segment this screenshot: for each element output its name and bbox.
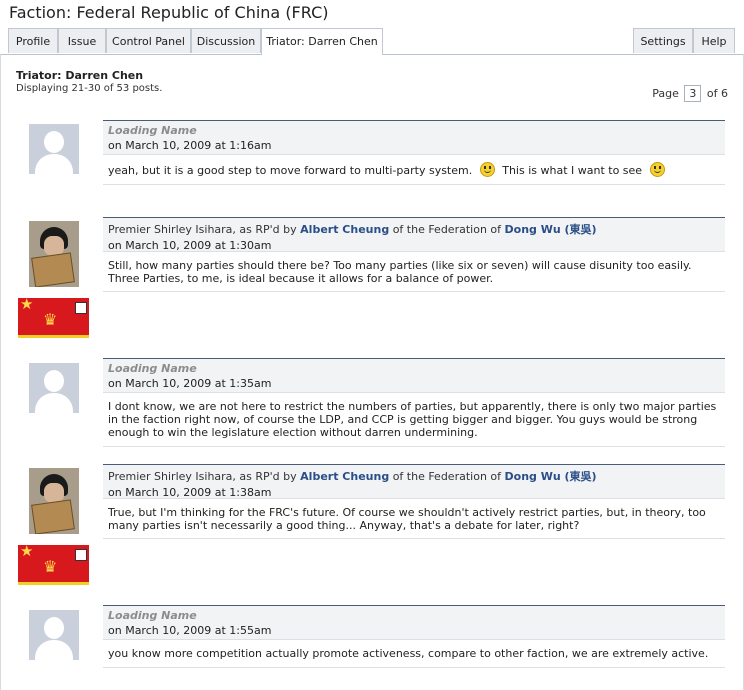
post-text: yeah, but it is a good step to move forw… [108, 164, 473, 177]
tab-help[interactable]: Help [693, 28, 735, 53]
loading-name: Loading Name [108, 362, 197, 375]
tab-triator-darren-chen[interactable]: Triator: Darren Chen [261, 28, 383, 55]
nation-prefix: of the Federation of [392, 470, 502, 483]
default-avatar [29, 363, 79, 413]
post-date: on March 10, 2009 at 1:55am [108, 624, 272, 637]
pager-suffix: of 6 [706, 87, 728, 100]
tab-control-panel[interactable]: Control Panel [106, 28, 191, 53]
loading-name: Loading Name [108, 609, 197, 622]
default-avatar [29, 124, 79, 174]
post-date: on March 10, 2009 at 1:16am [108, 139, 272, 152]
post-body: Still, how many parties should there be?… [103, 251, 725, 292]
thread-heading: Triator: Darren Chen [16, 69, 144, 82]
tab-discussion[interactable]: Discussion [191, 28, 261, 53]
nation-link[interactable]: Dong Wu (東吳) [505, 223, 597, 236]
author-link[interactable]: Albert Cheung [300, 470, 389, 483]
post-text-continued: This is what I want to see [502, 164, 643, 177]
post-body: you know more competition actually promo… [103, 639, 725, 668]
user-photo [29, 221, 79, 287]
smiley-icon [649, 162, 665, 177]
pager: Page 3 of 6 [652, 85, 728, 102]
nation-prefix: of the Federation of [392, 223, 502, 236]
post-body: yeah, but it is a good step to move forw… [103, 154, 725, 185]
loading-name: Loading Name [108, 124, 197, 137]
rp-prefix: Premier Shirley Isihara, as RP'd by [108, 470, 297, 483]
pager-prefix: Page [652, 87, 679, 100]
smiley-icon [479, 162, 495, 177]
post-header: Loading Name on March 10, 2009 at 1:55am [103, 605, 725, 639]
post-header: Loading Name on March 10, 2009 at 1:16am [103, 120, 725, 154]
post-header: Premier Shirley Isihara, as RP'd by Albe… [103, 217, 725, 252]
post-body: True, but I'm thinking for the FRC's fut… [103, 498, 725, 539]
post-body: I dont know, we are not here to restrict… [103, 392, 725, 447]
post-header: Premier Shirley Isihara, as RP'd by Albe… [103, 464, 725, 499]
nation-flag: ★ ♛ [18, 544, 89, 585]
post-date: on March 10, 2009 at 1:35am [108, 377, 272, 390]
rp-prefix: Premier Shirley Isihara, as RP'd by [108, 223, 297, 236]
tab-bar: Profile Issue Control Panel Discussion T… [0, 28, 744, 55]
post-count: Displaying 21-30 of 53 posts. [16, 83, 163, 94]
tab-profile[interactable]: Profile [8, 28, 58, 53]
nation-link[interactable]: Dong Wu (東吳) [505, 470, 597, 483]
page-number-input[interactable]: 3 [684, 85, 702, 102]
tab-settings[interactable]: Settings [633, 28, 693, 53]
user-photo [29, 468, 79, 534]
default-avatar [29, 610, 79, 660]
tab-issue[interactable]: Issue [58, 28, 106, 53]
faction-title: Faction: Federal Republic of China (FRC) [9, 3, 329, 22]
nation-flag: ★ ♛ [18, 297, 89, 338]
author-link[interactable]: Albert Cheung [300, 223, 389, 236]
post-header: Loading Name on March 10, 2009 at 1:35am [103, 358, 725, 392]
